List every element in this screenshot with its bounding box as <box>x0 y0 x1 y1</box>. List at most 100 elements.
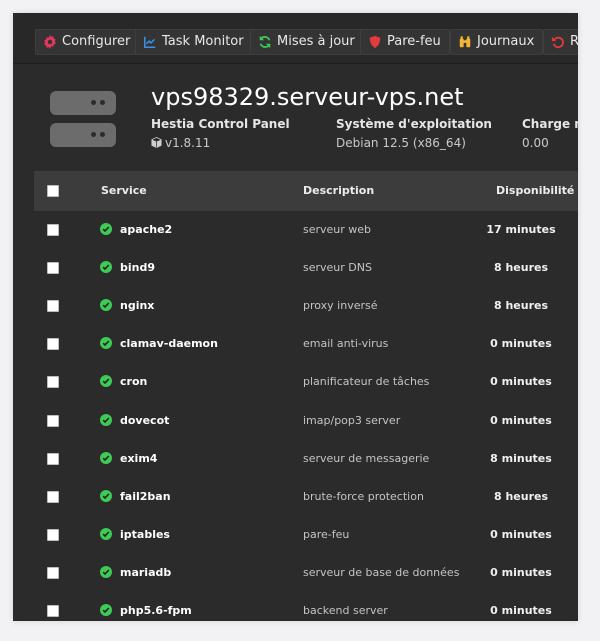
shield-icon <box>367 34 383 50</box>
server-hostname: vps98329.serveur-vps.net <box>151 83 464 111</box>
table-row[interactable]: apache2 serveur web 17 minutes <box>34 211 578 249</box>
os-label: Système d'exploitation <box>336 117 492 131</box>
service-uptime: 8 heures <box>493 299 549 313</box>
status-ok-icon <box>100 299 112 312</box>
service-uptime: 8 minutes <box>490 451 552 465</box>
configure-label: Configurer <box>62 34 131 49</box>
status-ok-icon <box>100 223 112 235</box>
service-name[interactable]: fail2ban <box>120 478 171 516</box>
task-monitor-button[interactable]: Task Monitor <box>135 29 253 55</box>
panel-version: v1.8.11 <box>151 136 210 150</box>
service-uptime: 0 minutes <box>490 337 552 351</box>
gear-icon <box>42 34 58 50</box>
binoculars-icon <box>457 34 473 50</box>
table-row[interactable]: iptables pare-feu 0 minutes <box>34 516 578 554</box>
service-uptime: 0 minutes <box>490 375 552 389</box>
select-all-checkbox[interactable] <box>47 185 59 197</box>
firewall-label: Pare-feu <box>387 34 441 49</box>
service-uptime: 0 minutes <box>490 604 552 617</box>
service-column-header[interactable]: Service <box>101 171 147 211</box>
load-value: 0.00 <box>522 136 549 150</box>
row-checkbox[interactable] <box>47 300 59 313</box>
table-row[interactable]: dovecot imap/pop3 server 0 minutes <box>34 402 578 440</box>
service-description: serveur DNS <box>303 261 372 275</box>
service-name[interactable]: clamav-daemon <box>120 325 218 363</box>
service-name[interactable]: nginx <box>120 287 154 325</box>
status-ok-icon <box>100 261 112 274</box>
description-column-header[interactable]: Description <box>303 171 374 211</box>
service-description: imap/pop3 server <box>303 413 401 427</box>
service-description: planificateur de tâches <box>303 375 430 389</box>
service-name[interactable]: bind9 <box>120 249 155 287</box>
service-uptime: 0 minutes <box>490 527 552 541</box>
status-ok-icon <box>100 604 112 616</box>
table-row[interactable]: fail2ban brute-force protection 8 heures <box>34 478 578 516</box>
restart-icon <box>550 34 566 50</box>
row-checkbox[interactable] <box>47 566 59 579</box>
service-description: serveur de base de données <box>303 565 460 579</box>
table-row[interactable]: nginx proxy inversé 8 heures <box>34 287 578 325</box>
status-ok-icon <box>100 565 112 578</box>
updates-label: Mises à jour <box>277 34 355 49</box>
service-name[interactable]: cron <box>120 363 147 401</box>
service-name[interactable]: dovecot <box>120 402 169 440</box>
row-checkbox[interactable] <box>47 414 59 427</box>
status-ok-icon <box>100 413 112 426</box>
row-checkbox[interactable] <box>47 224 59 236</box>
row-checkbox[interactable] <box>47 605 59 617</box>
service-name[interactable]: php5.6-fpm <box>120 592 192 621</box>
services-table-header: Service Description Disponibilité <box>34 171 578 211</box>
service-name[interactable]: exim4 <box>120 440 157 478</box>
chart-icon <box>142 34 158 50</box>
os-value: Debian 12.5 (x86_64) <box>336 136 466 150</box>
service-description: proxy inversé <box>303 299 378 313</box>
service-description: pare-feu <box>303 527 350 541</box>
service-uptime: 8 heures <box>493 261 549 275</box>
uptime-column-header[interactable]: Disponibilité <box>496 171 574 211</box>
row-checkbox[interactable] <box>47 528 59 541</box>
service-uptime: 8 heures <box>493 489 549 503</box>
row-checkbox[interactable] <box>47 490 59 503</box>
updates-button[interactable]: Mises à jour <box>250 29 364 55</box>
toolbar: Configurer Task Monitor Mises à jour Par… <box>13 13 578 64</box>
row-checkbox[interactable] <box>47 452 59 465</box>
service-description: backend server <box>303 604 388 617</box>
service-description: brute-force protection <box>303 489 424 503</box>
table-row[interactable]: mariadb serveur de base de données 0 minut… <box>34 554 578 592</box>
table-row[interactable]: cron planificateur de tâches 0 minutes <box>34 363 578 401</box>
status-ok-icon <box>100 337 112 350</box>
panel-label: Hestia Control Panel <box>151 117 290 131</box>
status-ok-icon <box>100 527 112 540</box>
refresh-icon <box>257 34 273 50</box>
service-uptime: 17 minutes <box>486 223 556 236</box>
load-label: Charge mo <box>522 117 578 131</box>
table-row[interactable]: bind9 serveur DNS 8 heures <box>34 249 578 287</box>
service-description: email anti-virus <box>303 337 389 351</box>
service-name[interactable]: iptables <box>120 516 170 554</box>
row-checkbox[interactable] <box>47 376 59 389</box>
restart-label: Re <box>570 34 578 49</box>
row-checkbox[interactable] <box>47 262 59 275</box>
status-ok-icon <box>100 375 112 388</box>
logs-button[interactable]: Journaux <box>450 29 544 55</box>
status-ok-icon <box>100 489 112 502</box>
row-checkbox[interactable] <box>47 338 59 351</box>
table-row[interactable]: exim4 serveur de messagerie 8 minutes <box>34 440 578 478</box>
server-icon <box>50 91 118 149</box>
service-description: serveur web <box>303 223 372 236</box>
panel-version-text: v1.8.11 <box>165 136 211 150</box>
package-icon <box>151 137 162 148</box>
restart-button[interactable]: Re <box>543 29 578 55</box>
table-row[interactable]: clamav-daemon email anti-virus 0 minutes <box>34 325 578 363</box>
firewall-button[interactable]: Pare-feu <box>360 29 450 55</box>
task-monitor-label: Task Monitor <box>162 34 244 49</box>
service-name[interactable]: mariadb <box>120 554 171 592</box>
service-name[interactable]: apache2 <box>120 211 172 249</box>
service-uptime: 0 minutes <box>490 565 552 579</box>
table-row[interactable]: php5.6-fpm backend server 0 minutes <box>34 592 578 621</box>
service-description: serveur de messagerie <box>303 451 430 465</box>
app-window: Configurer Task Monitor Mises à jour Par… <box>13 13 578 621</box>
configure-button[interactable]: Configurer <box>35 29 140 55</box>
status-ok-icon <box>100 451 112 464</box>
service-uptime: 0 minutes <box>490 413 552 427</box>
